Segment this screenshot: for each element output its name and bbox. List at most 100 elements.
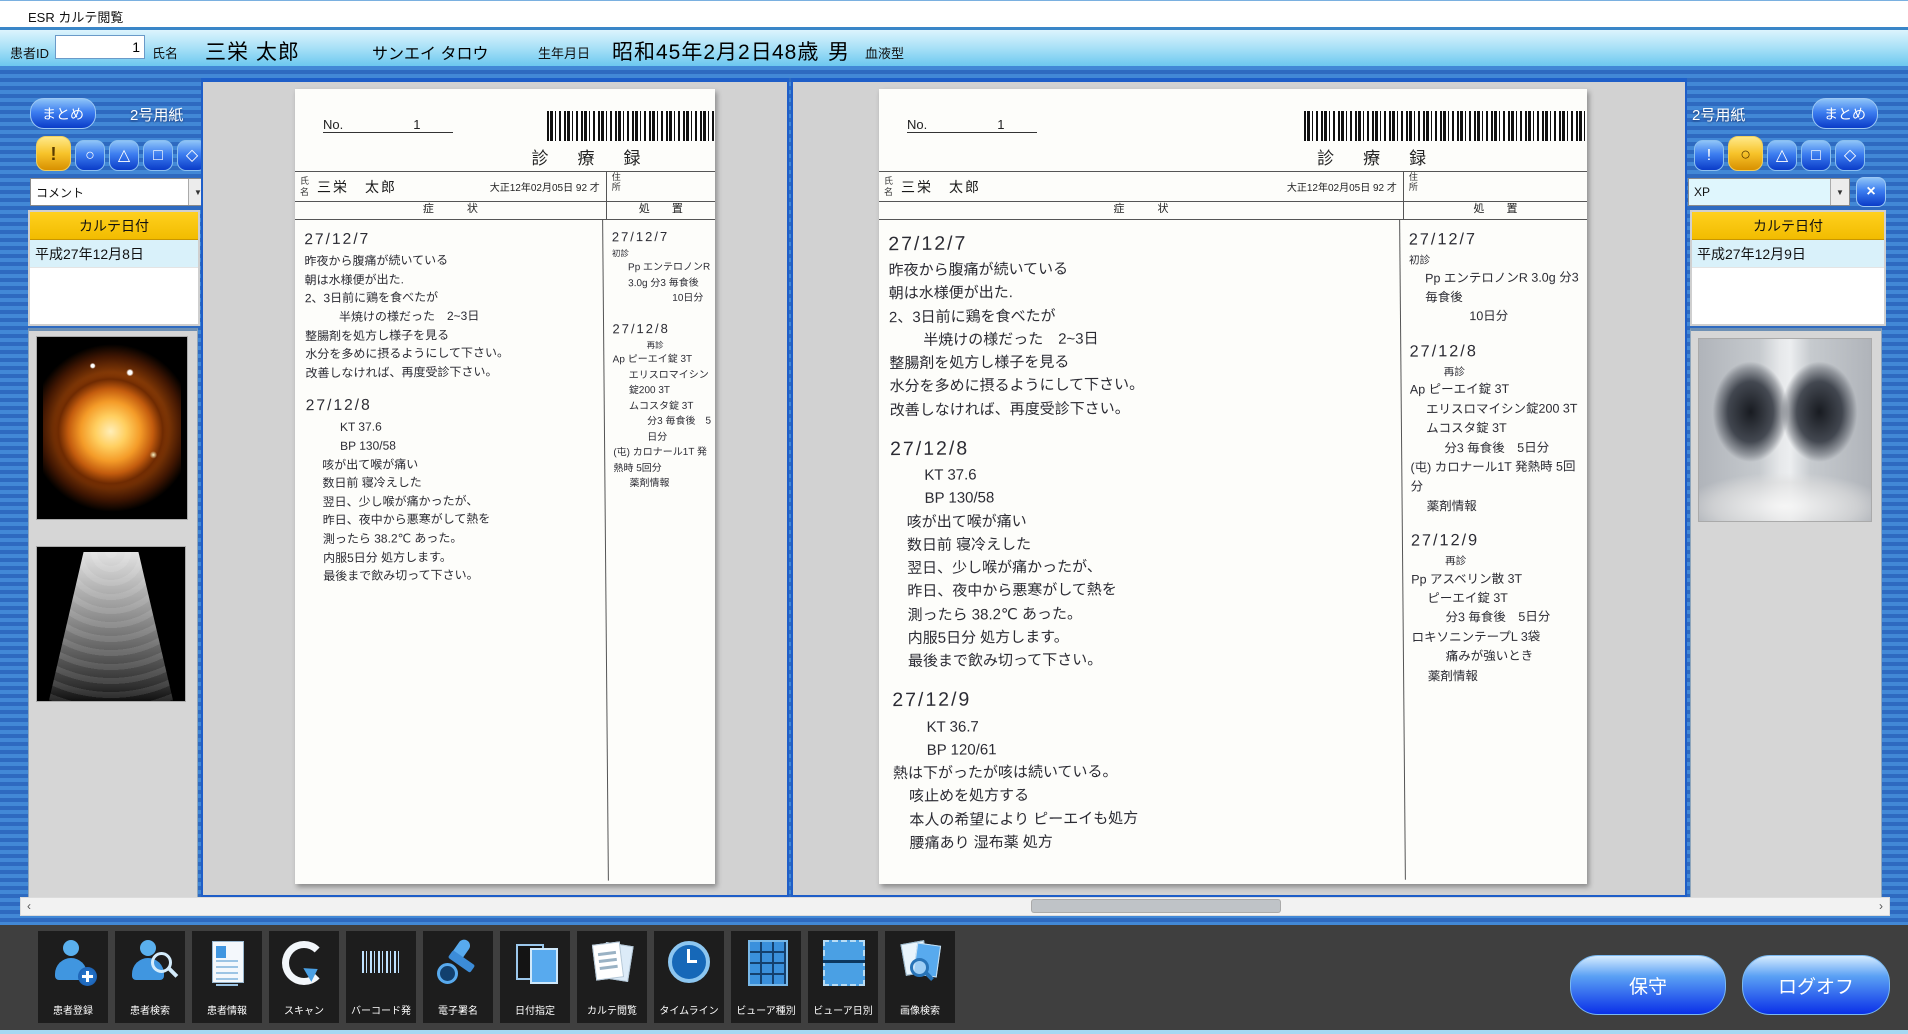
toolbar-button-icon [126,938,174,986]
toolbar-button[interactable]: 患者情報 [192,931,262,1023]
mark-filter-button[interactable]: △ [109,140,139,171]
page-number: No. 1 [907,117,1037,133]
toolbar-button[interactable]: カルテ閲覧 [577,931,647,1023]
handwriting-line: 測ったら 38.2℃ あった。 [307,528,601,549]
left-summary-button[interactable]: まとめ [30,98,96,129]
right-mark-filter-buttons: !○△□◇ [1694,136,1865,171]
horizontal-scrollbar[interactable]: ‹ › [20,897,1890,916]
karte-date-row[interactable]: 平成27年12月9日 [1692,240,1884,268]
maintenance-button[interactable]: 保守 [1570,955,1726,1015]
chart-birth-text: 大正12年02月05日 92 才 [490,179,606,194]
handwriting-line: エリスロマイシン錠200 3T [1410,399,1584,420]
ultrasound-image[interactable] [37,547,185,701]
handwriting-line: 10日分 [1409,307,1583,328]
symptom-column-header: 症 状 [879,200,1404,219]
right-paper-type-label: 2号用紙 [1692,104,1745,125]
toolbar-button-icon [280,938,328,986]
toolbar-button[interactable]: バーコード発 [346,931,416,1023]
toolbar-button[interactable]: 電子署名 [423,931,493,1023]
toolbar-button[interactable]: ビューア種別 [731,931,801,1023]
patient-id-input[interactable] [55,35,145,59]
patient-sex: 男 [828,36,850,66]
patient-kana: サンエイ タロウ [372,40,488,64]
left-comment-filter-combo[interactable]: コメント ▼ [30,178,208,206]
treatment-column: 27/12/7初診Pp エンテロノンR 3.0g 分3 毎食後10日分27/12… [1401,219,1587,882]
handwriting-line: 27/12/9 [892,681,1399,716]
logoff-button[interactable]: ログオフ [1742,955,1890,1015]
symptom-column: 27/12/7昨夜から腹痛が続いている朝は水様便が出た.2、3日前に鶏を食べたが… [295,219,609,882]
handwriting-line: Pp エンテロノンR 3.0g 分3 毎食後 [1409,268,1583,308]
bottom-toolbar: 患者登録 患者検索 患者情報 スキャン バーコード発 電子署名 日付指定 [0,925,1908,1034]
blood-type-label: 血液型 [865,43,904,62]
chart-address-label: 住所 [612,172,625,193]
scroll-left-icon[interactable]: ‹ [21,899,37,914]
handwriting-line: 再診 [612,339,711,353]
handwriting-line: Pp アスベリン散 3T [1411,569,1585,590]
toolbar-button[interactable]: 画像検索 [885,931,955,1023]
mark-filter-button[interactable]: □ [1801,140,1831,171]
toolbar-button[interactable]: タイムライン [654,931,724,1023]
karte-date-header: カルテ日付 [1692,212,1884,240]
page-no-label: No. [907,117,927,132]
patient-id-label: 患者ID [10,43,49,62]
mark-filter-button[interactable]: ◇ [1835,140,1865,171]
chest-xray-image[interactable] [1699,339,1871,521]
treatment-column-header: 処 置 [607,200,715,219]
handwriting-line: 改善しなければ、再度受診下さい。 [890,394,1397,422]
birthdate-label: 生年月日 [538,43,590,62]
toolbar-button[interactable]: 患者検索 [115,931,185,1023]
handwriting-line: 内服5日分 処方します。 [307,546,601,567]
handwriting-line: ロキソニンテープL 3袋 [1411,627,1585,648]
handwriting-line: 再診 [1410,363,1584,381]
mark-filter-button[interactable]: ! [1694,140,1724,171]
handwriting-line: ムコスタ錠 3T [613,398,712,414]
right-clear-filter-button[interactable]: × [1856,177,1886,207]
toolbar-button[interactable]: スキャン [269,931,339,1023]
left-thumbnail-panel [28,328,198,898]
mark-filter-button[interactable]: △ [1767,140,1797,171]
chart-name-label: 氏名 [884,176,897,197]
toolbar-button-label: バーコード発 [351,1002,411,1017]
toolbar-button-icon [665,938,713,986]
mark-filter-button[interactable]: ○ [75,140,105,171]
chart-patient-row: 氏名 三栄 太郎 大正12年02月05日 92 才 住所 [295,171,715,202]
toolbar-button-icon [511,938,559,986]
handwriting-line: Pp エンテロノンR 3.0g 分3 毎食後 [612,260,711,292]
toolbar-button[interactable]: 患者登録 [38,931,108,1023]
karte-date-row[interactable]: 平成27年12月8日 [30,240,198,268]
toolbar-button[interactable]: ビューア日別 [808,931,878,1023]
chart-patient-name: 三栄 太郎 [317,177,397,197]
handwriting-line: 27/12/7 [1409,226,1583,252]
scroll-right-icon[interactable]: › [1873,899,1889,914]
left-paper-type-label: 2号用紙 [130,104,183,125]
handwriting-line: 27/12/7 [304,226,598,253]
mark-filter-button[interactable]: □ [143,140,173,171]
chart-patient-row: 氏名 三栄 太郎 大正12年02月05日 92 才 住所 [879,171,1587,202]
dropdown-arrow-icon[interactable]: ▼ [1830,179,1849,205]
birthdate-value: 昭和45年2月2日 [612,36,773,66]
karte-date-header: カルテ日付 [30,212,198,240]
toolbar-button-label: カルテ閲覧 [587,1002,637,1017]
endoscopy-image[interactable] [37,337,187,519]
mark-filter-button[interactable]: ! [36,136,71,171]
treatment-column-header: 処 置 [1404,200,1587,219]
toolbar-button-label: タイムライン [659,1002,718,1017]
chart-birth-text: 大正12年02月05日 92 才 [1287,179,1403,194]
karte-page[interactable]: No. 1 診 療 録 氏名 三栄 太郎 大正12年02月05日 92 才 住所 [879,89,1587,884]
scrollbar-thumb[interactable] [1032,900,1280,912]
right-summary-button[interactable]: まとめ [1812,98,1878,129]
handwriting-line: 痛みが強いとき [1412,647,1586,668]
handwriting-line: 薬剤情報 [613,476,712,492]
right-image-type-combo[interactable]: XP ▼ [1688,178,1850,206]
toolbar-button-label: 患者登録 [53,1002,93,1017]
toolbar-button-label: ビューア種別 [736,1002,796,1017]
toolbar-button[interactable]: 日付指定 [500,931,570,1023]
scrollbar-track[interactable] [37,898,1873,915]
toolbar-buttons: 患者登録 患者検索 患者情報 スキャン バーコード発 電子署名 日付指定 [38,931,955,1023]
toolbar-button-icon [819,938,867,986]
toolbar-button-label: 患者検索 [130,1002,170,1017]
toolbar-button-icon [357,938,405,986]
chart-column-headers: 症 状 処 置 [879,200,1587,220]
mark-filter-button[interactable]: ○ [1728,136,1763,171]
karte-page[interactable]: No. 1 診 療 録 氏名 三栄 太郎 大正12年02月05日 92 才 住所 [295,89,715,884]
